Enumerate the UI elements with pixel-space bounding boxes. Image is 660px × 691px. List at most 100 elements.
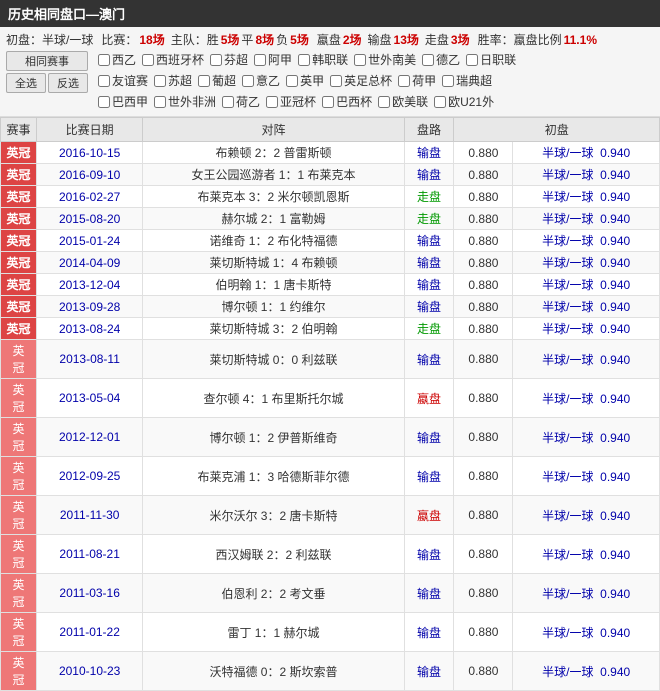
cell-handicap: 半球/一球 0.940 — [513, 496, 660, 535]
cell-tag: 输盘 — [404, 574, 454, 613]
table-row: 英冠 2016-10-15 布赖顿 2：2 普雷斯顿 输盘 0.880 半球/一… — [1, 142, 660, 164]
table-row: 英 冠 2013-08-11 莱切斯特城 0：0 利兹联 输盘 0.880 半球… — [1, 340, 660, 379]
cb-hanzhi[interactable]: 韩职联 — [298, 51, 348, 68]
cell-tag: 走盘 — [404, 208, 454, 230]
home-win: 5场 — [221, 31, 240, 48]
cell-date: 2013-08-11 — [37, 340, 143, 379]
cb-yingjia[interactable]: 英甲 — [286, 72, 324, 89]
all-btn[interactable]: 全选 — [6, 73, 46, 93]
cb-oumeilian[interactable]: 欧美联 — [378, 93, 428, 110]
history-table: 赛事 比赛日期 对阵 盘路 初盘 英冠 2016-10-15 布赖顿 2：2 普… — [0, 117, 660, 691]
cb-ajia[interactable]: 阿甲 — [254, 51, 292, 68]
cell-odds: 0.880 — [454, 186, 513, 208]
cell-handicap: 半球/一球 0.940 — [513, 652, 660, 691]
cell-handicap: 半球/一球 0.940 — [513, 318, 660, 340]
table-row: 英冠 2013-09-28 博尔顿 1：1 约维尔 输盘 0.880 半球/一球… — [1, 296, 660, 318]
cell-handicap: 半球/一球 0.940 — [513, 208, 660, 230]
cell-tag: 输盘 — [404, 613, 454, 652]
cb-suchao[interactable]: 苏超 — [154, 72, 192, 89]
cell-match: 伯恩利 2：2 考文垂 — [143, 574, 404, 613]
home-lose-label: 负 — [276, 31, 288, 48]
table-row: 英冠 2016-02-27 布莱克本 3：2 米尔顿凯恩斯 走盘 0.880 半… — [1, 186, 660, 208]
cell-handicap: 半球/一球 0.940 — [513, 142, 660, 164]
similar-matches-btn[interactable]: 相同赛事 — [6, 51, 88, 71]
cell-league: 英 冠 — [1, 574, 37, 613]
cell-odds: 0.880 — [454, 613, 513, 652]
cell-match: 博尔顿 1：2 伊普斯维奇 — [143, 418, 404, 457]
cell-match: 雷丁 1：1 赫尔城 — [143, 613, 404, 652]
cell-match: 布赖顿 2：2 普雷斯顿 — [143, 142, 404, 164]
cell-tag: 输盘 — [404, 535, 454, 574]
cell-date: 2014-04-09 — [37, 252, 143, 274]
title-bar: 历史相同盘口—澳门 — [0, 0, 660, 27]
cb-baxibei[interactable]: 巴西杯 — [322, 93, 372, 110]
invert-btn[interactable]: 反选 — [48, 73, 88, 93]
cell-match: 博尔顿 1：1 约维尔 — [143, 296, 404, 318]
cell-odds: 0.880 — [454, 418, 513, 457]
cb-hejia[interactable]: 荷甲 — [398, 72, 436, 89]
cell-match: 女王公园巡游者 1：1 布莱克本 — [143, 164, 404, 186]
cell-odds: 0.880 — [454, 274, 513, 296]
cell-date: 2016-02-27 — [37, 186, 143, 208]
cell-match: 查尔顿 4：1 布里斯托尔城 — [143, 379, 404, 418]
rate-val: 11.1% — [564, 33, 597, 47]
cell-league: 英 冠 — [1, 535, 37, 574]
cb-fenchao[interactable]: 芬超 — [210, 51, 248, 68]
cb-puchao[interactable]: 葡超 — [198, 72, 236, 89]
cell-odds: 0.880 — [454, 252, 513, 274]
cb-baxijia[interactable]: 巴西甲 — [98, 93, 148, 110]
cell-tag: 输盘 — [404, 418, 454, 457]
cb-ruidianchao[interactable]: 瑞典超 — [442, 72, 492, 89]
cell-date: 2013-12-04 — [37, 274, 143, 296]
walk-label: 走盘 — [425, 31, 449, 48]
cell-tag: 输盘 — [404, 252, 454, 274]
cell-date: 2015-01-24 — [37, 230, 143, 252]
cell-match: 沃特福德 0：2 斯坎索普 — [143, 652, 404, 691]
cell-league: 英 冠 — [1, 613, 37, 652]
cell-handicap: 半球/一球 0.940 — [513, 379, 660, 418]
cell-odds: 0.880 — [454, 208, 513, 230]
cell-odds: 0.880 — [454, 457, 513, 496]
cell-handicap: 半球/一球 0.940 — [513, 418, 660, 457]
cell-odds: 0.880 — [454, 535, 513, 574]
cb-rihuan[interactable]: 日职联 — [466, 51, 516, 68]
cell-match: 诺维奇 1：2 布化特福德 — [143, 230, 404, 252]
col-panlu: 盘路 — [404, 118, 454, 142]
cb-xiyi[interactable]: 西乙 — [98, 51, 136, 68]
cell-league: 英 冠 — [1, 457, 37, 496]
cb-yiyi[interactable]: 意乙 — [242, 72, 280, 89]
cell-tag: 输盘 — [404, 274, 454, 296]
cell-date: 2010-10-23 — [37, 652, 143, 691]
lost-label: 输盘 — [368, 31, 392, 48]
cb-ouu21[interactable]: 欧U21外 — [434, 93, 494, 110]
cell-match: 莱切斯特城 3：2 伯明翰 — [143, 318, 404, 340]
col-match: 对阵 — [143, 118, 404, 142]
cell-tag: 输盘 — [404, 142, 454, 164]
cell-match: 布莱克浦 1：3 哈德斯菲尔德 — [143, 457, 404, 496]
cell-odds: 0.880 — [454, 164, 513, 186]
cb-yingzubei[interactable]: 英足总杯 — [330, 72, 392, 89]
total-matches: 18场 — [139, 31, 164, 48]
cb-youyi[interactable]: 友谊赛 — [98, 72, 148, 89]
handicap-label: 初盘：半球/一球 — [6, 31, 93, 48]
cell-date: 2015-08-20 — [37, 208, 143, 230]
stats-label: 比赛： — [101, 31, 137, 48]
table-row: 英 冠 2012-12-01 博尔顿 1：2 伊普斯维奇 输盘 0.880 半球… — [1, 418, 660, 457]
cb-yakuan[interactable]: 亚冠杯 — [266, 93, 316, 110]
cb-deyi[interactable]: 德乙 — [422, 51, 460, 68]
cell-handicap: 半球/一球 0.940 — [513, 186, 660, 208]
table-row: 英 冠 2011-11-30 米尔沃尔 3：2 唐卡斯特 蠃盘 0.880 半球… — [1, 496, 660, 535]
cb-xibanyabei[interactable]: 西班牙杯 — [142, 51, 204, 68]
cell-match: 米尔沃尔 3：2 唐卡斯特 — [143, 496, 404, 535]
cb-shiwaifeizhou[interactable]: 世外非洲 — [154, 93, 216, 110]
cell-tag: 走盘 — [404, 186, 454, 208]
cb-shinanmei[interactable]: 世外南美 — [354, 51, 416, 68]
cell-handicap: 半球/一球 0.940 — [513, 457, 660, 496]
cb-heyi[interactable]: 荷乙 — [222, 93, 260, 110]
table-row: 英冠 2015-01-24 诺维奇 1：2 布化特福德 输盘 0.880 半球/… — [1, 230, 660, 252]
cell-odds: 0.880 — [454, 318, 513, 340]
cell-tag: 蠃盘 — [404, 496, 454, 535]
cell-odds: 0.880 — [454, 574, 513, 613]
cell-date: 2013-09-28 — [37, 296, 143, 318]
rate-label: 胜率：蠃盘比例 — [478, 31, 562, 48]
